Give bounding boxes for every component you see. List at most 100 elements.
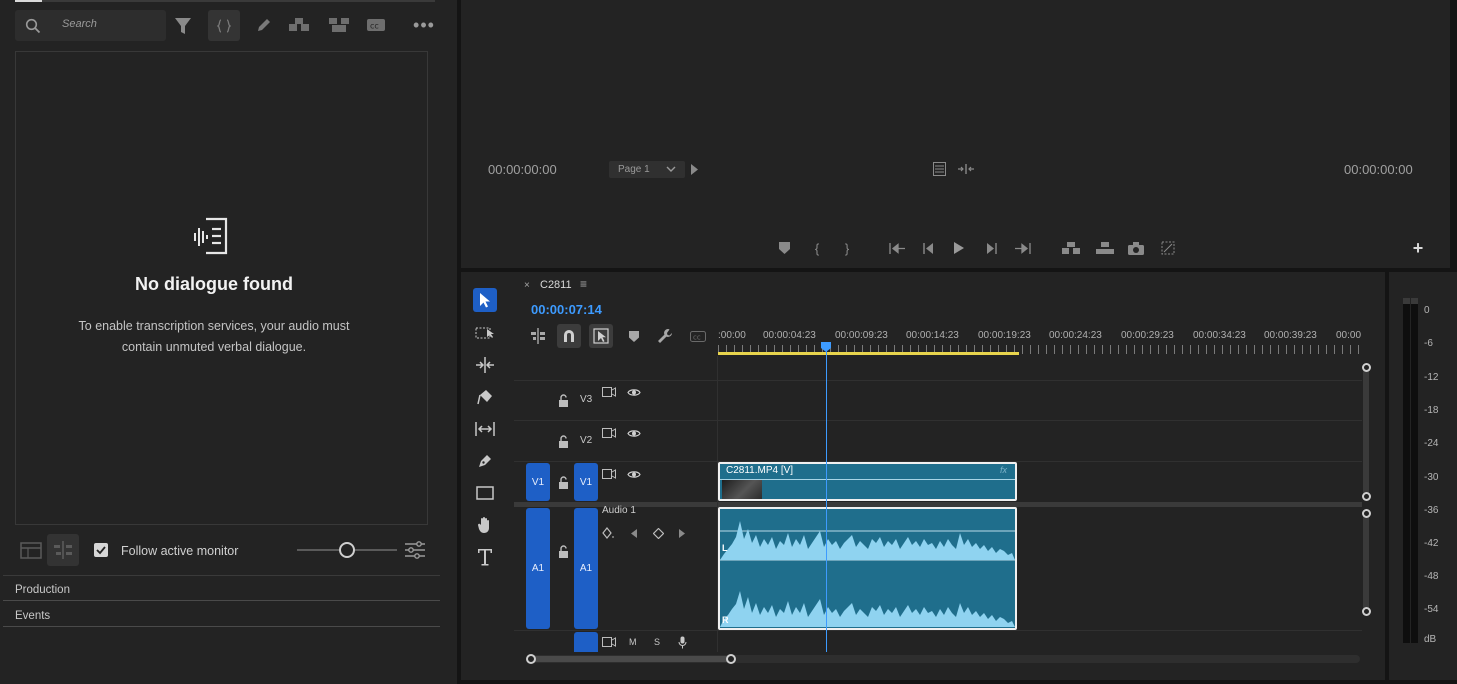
track-target-a2[interactable] [574, 632, 598, 652]
work-area-bar[interactable] [718, 352, 1019, 355]
duration-timecode: 00:00:00:00 [1344, 162, 1413, 177]
meter-scale-label: -18 [1424, 405, 1439, 416]
captions-icon[interactable]: cc [365, 15, 387, 35]
wrench-settings-icon[interactable] [656, 327, 674, 345]
empty-message-line1: To enable transcription services, your a… [78, 319, 350, 333]
zoom-slider-handle[interactable] [339, 542, 355, 558]
sequence-menu-icon[interactable]: ≡ [580, 277, 587, 291]
filter-icon[interactable] [173, 15, 193, 37]
meter-unit-label: dB [1424, 634, 1437, 645]
play-arrow-icon[interactable] [689, 163, 699, 176]
captions-track-icon[interactable]: cc [689, 329, 707, 343]
section-production[interactable]: Production [15, 584, 70, 596]
video-tracks-scrollbar[interactable] [1363, 368, 1369, 496]
slip-tool-icon[interactable] [473, 418, 497, 440]
step-back-icon[interactable] [921, 241, 935, 255]
pen-tool-icon[interactable] [473, 450, 497, 472]
settings-sliders-icon[interactable] [403, 540, 427, 560]
section-events[interactable]: Events [15, 610, 50, 622]
video-clip[interactable]: C2811.MP4 [V] fx [718, 462, 1017, 501]
next-keyframe-icon[interactable] [677, 527, 687, 539]
add-marker-icon[interactable] [627, 329, 641, 343]
playhead-timecode[interactable]: 00:00:00:00 [488, 162, 557, 177]
rectangle-tool-icon[interactable] [473, 482, 497, 504]
lock-icon[interactable] [556, 392, 570, 408]
keyframe-options-icon[interactable] [601, 526, 617, 540]
import-transcript-icon[interactable] [19, 538, 43, 562]
play-icon[interactable] [952, 240, 966, 256]
eye-icon[interactable] [626, 468, 642, 480]
clip-indicator-right[interactable] [1411, 298, 1418, 304]
divider [3, 600, 440, 601]
microphone-icon[interactable] [676, 635, 688, 650]
go-to-out-icon[interactable] [1014, 241, 1032, 255]
scroll-handle[interactable] [1362, 509, 1371, 518]
sequence-tab-name[interactable]: C2811 [540, 279, 572, 291]
sync-lock-icon[interactable] [601, 386, 617, 398]
ruler-label: 00:00:14:23 [906, 330, 959, 341]
sync-lock-icon[interactable] [601, 468, 617, 480]
sync-lock-icon[interactable] [601, 636, 617, 648]
audio-tracks-scrollbar[interactable] [1363, 513, 1369, 612]
close-sequence-icon[interactable]: × [524, 280, 530, 291]
lock-icon[interactable] [556, 433, 570, 449]
merge-segment-icon[interactable] [327, 15, 351, 35]
sync-lock-icon[interactable] [601, 427, 617, 439]
selection-tool-icon[interactable] [473, 288, 497, 312]
sync-transcript-icon[interactable] [47, 534, 79, 566]
type-tool-icon[interactable] [473, 546, 497, 568]
add-button-icon[interactable]: + [1410, 238, 1426, 258]
marker-icon[interactable] [777, 241, 791, 255]
timeline-timecode[interactable]: 00:00:07:14 [531, 302, 602, 317]
hand-tool-icon[interactable] [473, 514, 497, 536]
zoom-handle-right[interactable] [726, 654, 736, 664]
page-select[interactable]: Page 1 [609, 161, 685, 178]
add-keyframe-icon[interactable] [651, 527, 665, 539]
compare-icon[interactable] [957, 162, 975, 176]
search-field[interactable]: Search [15, 10, 166, 41]
split-segment-icon[interactable] [287, 15, 311, 35]
track-target-v1[interactable]: V1 [574, 463, 598, 501]
pencil-icon[interactable] [254, 15, 274, 35]
nest-toggle-icon[interactable] [529, 326, 547, 346]
mark-out-icon[interactable]: } [840, 240, 854, 256]
eye-icon[interactable] [626, 427, 642, 439]
linked-selection-icon[interactable] [589, 324, 613, 348]
zoom-handle-left[interactable] [526, 654, 536, 664]
time-ruler[interactable]: :00:00 00:00:04:23 00:00:09:23 00:00:14:… [718, 328, 1362, 356]
code-braces-icon[interactable] [208, 10, 240, 41]
timeline-zoom-bar[interactable] [531, 656, 731, 662]
ruler-label: :00:00 [718, 330, 746, 341]
playhead-line [826, 350, 827, 652]
step-forward-icon[interactable] [984, 241, 998, 255]
scroll-handle[interactable] [1362, 363, 1371, 372]
scroll-handle[interactable] [1362, 607, 1371, 616]
export-frame-icon[interactable] [1127, 240, 1145, 256]
safe-margins-icon[interactable] [931, 161, 947, 177]
audio-clip[interactable]: L R [718, 507, 1017, 630]
extract-icon[interactable] [1094, 240, 1116, 256]
lock-icon[interactable] [556, 543, 570, 559]
track-select-tool-icon[interactable] [473, 322, 497, 344]
mark-in-icon[interactable]: { [810, 240, 824, 256]
scroll-handle[interactable] [1362, 492, 1371, 501]
previous-keyframe-icon[interactable] [629, 527, 639, 539]
go-to-in-icon[interactable] [888, 241, 906, 255]
meter-channel-right [1411, 298, 1418, 643]
lift-icon[interactable] [1060, 240, 1082, 256]
source-patch-a1[interactable]: A1 [526, 508, 550, 629]
track-target-a1[interactable]: A1 [574, 508, 598, 629]
snap-magnet-icon[interactable] [557, 324, 581, 348]
meter-scale-label: -12 [1424, 372, 1439, 383]
more-options-icon[interactable]: ••• [412, 15, 436, 35]
mute-button[interactable]: M [629, 637, 637, 647]
source-patch-v1[interactable]: V1 [526, 463, 550, 501]
razor-tool-icon[interactable] [473, 386, 497, 408]
solo-button[interactable]: S [654, 637, 660, 647]
follow-monitor-checkbox[interactable] [94, 543, 108, 557]
ripple-edit-tool-icon[interactable] [473, 354, 497, 376]
comparison-view-icon[interactable] [1159, 240, 1177, 256]
eye-icon[interactable] [626, 386, 642, 398]
lock-icon[interactable] [556, 474, 570, 490]
clip-indicator-left[interactable] [1403, 298, 1410, 304]
